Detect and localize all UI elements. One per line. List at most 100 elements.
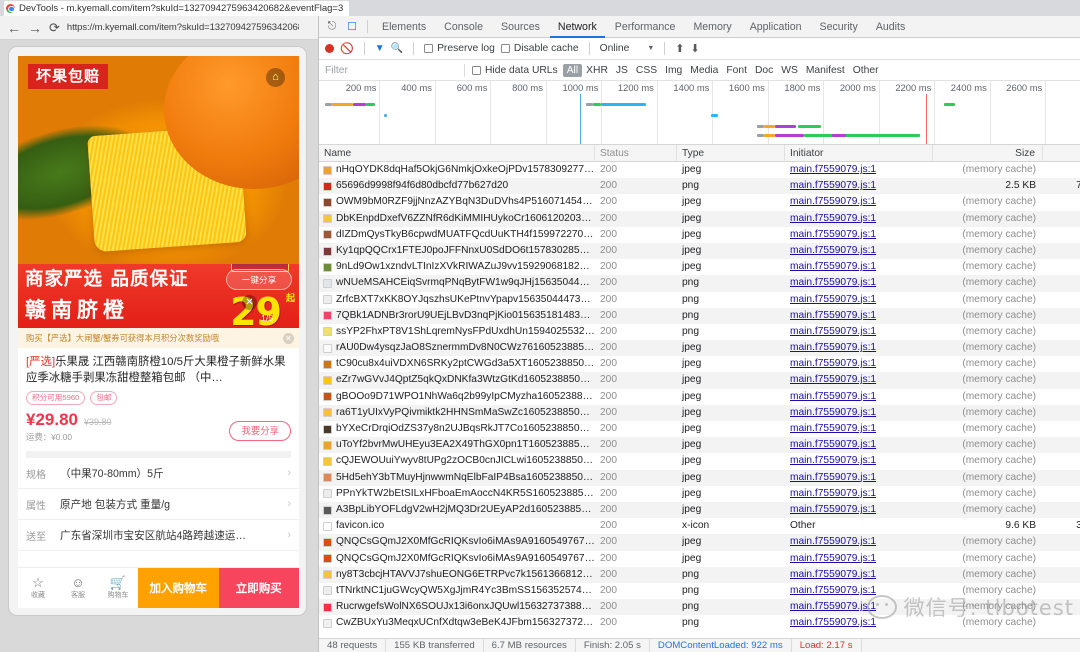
initiator-link[interactable]: main.f7559079.js:1 xyxy=(790,358,876,369)
throttling-select[interactable]: Online ▼ xyxy=(600,43,655,54)
spec-row-attributes[interactable]: 属性 原产地 包装方式 重量/g › xyxy=(18,489,299,520)
column-header-name[interactable]: Name xyxy=(319,144,595,162)
tab-network[interactable]: Network xyxy=(549,16,605,38)
request-initiator[interactable]: main.f7559079.js:1 xyxy=(785,437,933,453)
share-button[interactable]: 我要分享 xyxy=(229,421,291,441)
request-initiator[interactable]: main.f7559079.js:1 xyxy=(785,308,933,324)
request-name-cell[interactable]: OWM9bM0RZF9jjNnzAZYBqN3DuDVhs4P516071454… xyxy=(319,194,595,210)
customer-service-button[interactable]: ☺ 客服 xyxy=(58,568,98,608)
cart-button[interactable]: 🛒 购物车 xyxy=(98,568,138,608)
filter-type-all[interactable]: All xyxy=(562,63,583,77)
initiator-link[interactable]: main.f7559079.js:1 xyxy=(790,536,876,547)
tab-security[interactable]: Security xyxy=(812,16,866,38)
tab-performance[interactable]: Performance xyxy=(607,16,684,38)
address-bar[interactable]: https://m.kyemall.com/item?skuId=1327094… xyxy=(67,22,299,33)
reload-icon[interactable]: ⟳ xyxy=(49,21,60,34)
request-name-cell[interactable]: wNUeMSAHCEiqSvrmqPNqBytFW1w9qJHj15635044… xyxy=(319,275,595,291)
column-header-initiator[interactable]: Initiator xyxy=(785,144,933,162)
initiator-link[interactable]: main.f7559079.js:1 xyxy=(790,261,876,272)
initiator-link[interactable]: main.f7559079.js:1 xyxy=(790,277,876,288)
filter-type-xhr[interactable]: XHR xyxy=(582,65,612,76)
filter-type-manifest[interactable]: Manifest xyxy=(802,65,849,76)
table-row[interactable]: ny8T3cbcjHTAVVJ7shuEONG6ETRPvc7k15613668… xyxy=(319,566,1080,583)
table-row[interactable]: DbKEnpdDxefV6ZZNfR6dKiMMIHUykoCr16061202… xyxy=(319,210,1080,227)
request-name-cell[interactable]: ra6T1yUIxVyPQivmiktk2HHNSmMaSwZc16052388… xyxy=(319,405,595,421)
table-row[interactable]: gBOOo9D71WPO1NhWa6q2b99yIpCMyzha16052388… xyxy=(319,389,1080,405)
table-row[interactable]: A3BpLibYOFLdgV2wH2jMQ3Dr2UEyAP2d16052388… xyxy=(319,501,1080,519)
column-header-type[interactable]: Type xyxy=(677,144,785,162)
network-timeline-overview[interactable]: 200 ms 400 ms 600 ms 800 ms 1000 ms 1200 ms 14… xyxy=(319,81,1080,145)
request-initiator[interactable]: main.f7559079.js:1 xyxy=(785,324,933,340)
tab-elements[interactable]: Elements xyxy=(374,16,434,38)
initiator-link[interactable]: main.f7559079.js:1 xyxy=(790,164,876,175)
tab-sources[interactable]: Sources xyxy=(493,16,548,38)
spec-row-size[interactable]: 规格 （中果70-80mm）5斤 › xyxy=(18,458,299,489)
request-initiator[interactable]: main.f7559079.js:1 xyxy=(785,227,933,243)
initiator-link[interactable]: main.f7559079.js:1 xyxy=(790,472,876,483)
browser-tab[interactable]: DevTools - m.kyemall.com/item?skuId=1327… xyxy=(4,0,350,16)
request-initiator[interactable]: main.f7559079.js:1 xyxy=(785,178,933,194)
initiator-link[interactable]: main.f7559079.js:1 xyxy=(790,601,876,612)
initiator-link[interactable]: main.f7559079.js:1 xyxy=(790,569,876,580)
initiator-link[interactable]: main.f7559079.js:1 xyxy=(790,213,876,224)
close-icon[interactable]: ✕ xyxy=(283,332,294,344)
column-header-time[interactable]: Time xyxy=(1043,145,1080,162)
request-initiator[interactable]: main.f7559079.js:1 xyxy=(785,405,933,421)
initiator-link[interactable]: main.f7559079.js:1 xyxy=(790,326,876,337)
table-row[interactable]: 5Hd5ehY3bTMuyHjnwwmNqElbFaIP4Bsa16052388… xyxy=(319,469,1080,486)
request-name-cell[interactable]: A3BpLibYOFLdgV2wH2jMQ3Dr2UEyAP2d16052388… xyxy=(319,502,595,518)
request-initiator[interactable]: main.f7559079.js:1 xyxy=(785,275,933,291)
initiator-link[interactable]: main.f7559079.js:1 xyxy=(790,585,876,596)
funnel-icon[interactable]: ▼ xyxy=(375,43,385,54)
one-key-share-button[interactable]: 一键分享 xyxy=(226,269,292,290)
request-name-cell[interactable]: dIZDmQysTkyB6cpwdMUATFQcdUuKTH4f15997227… xyxy=(319,227,595,243)
tab-memory[interactable]: Memory xyxy=(685,16,739,38)
initiator-link[interactable]: main.f7559079.js:1 xyxy=(790,245,876,256)
initiator-link[interactable]: main.f7559079.js:1 xyxy=(790,294,876,305)
request-name-cell[interactable]: 65696d9998f94f6d80dbcfd77b627d20 xyxy=(319,178,595,194)
request-name-cell[interactable]: CwZBUxYu3MeqxUCnfXdtqw3eBeK4JFbm15632737… xyxy=(319,615,595,630)
request-name-cell[interactable]: QNQCsGQmJ2X0MfGcRIQKsvIo6iMAs9A916054976… xyxy=(319,551,595,567)
table-row[interactable]: wNUeMSAHCEiqSvrmqPNqBytFW1w9qJHj15635044… xyxy=(319,275,1080,292)
request-initiator[interactable]: main.f7559079.js:1 xyxy=(785,534,933,550)
request-name-cell[interactable]: 9nLd9Ow1xzndvLTInIzXVkRIWAZuJ9vv15929068… xyxy=(319,259,595,275)
initiator-link[interactable]: main.f7559079.js:1 xyxy=(790,374,876,385)
request-initiator[interactable]: main.f7559079.js:1 xyxy=(785,259,933,275)
request-name-cell[interactable]: Ky1qpQQCrx1FTEJ0poJFFNnxU0SdDO6t15783028… xyxy=(319,243,595,259)
table-row[interactable]: ssYP2FhxPT8V1ShLqremNysFPdUxdhUn15940255… xyxy=(319,324,1080,340)
table-row[interactable]: ra6T1yUIxVyPQivmiktk2HHNSmMaSwZc16052388… xyxy=(319,404,1080,421)
table-row[interactable]: 9nLd9Ow1xzndvLTInIzXVkRIWAZuJ9vv15929068… xyxy=(319,259,1080,275)
request-initiator[interactable]: main.f7559079.js:1 xyxy=(785,486,933,502)
tab-console[interactable]: Console xyxy=(436,16,491,38)
request-initiator[interactable]: main.f7559079.js:1 xyxy=(785,421,933,437)
forward-icon[interactable]: → xyxy=(28,21,42,35)
filter-type-other[interactable]: Other xyxy=(849,65,883,76)
hide-data-urls-checkbox[interactable]: Hide data URLs xyxy=(472,65,558,76)
request-name-cell[interactable]: favicon.ico xyxy=(319,518,595,534)
request-name-cell[interactable]: uToYf2bvrMwUHEyu3EA2X49ThGX0pn1T16052388… xyxy=(319,437,595,453)
table-row[interactable]: eZr7wGVvJ4QptZ5qkQxDNKfa3WtzGtKd16052388… xyxy=(319,372,1080,389)
request-name-cell[interactable]: ny8T3cbcjHTAVVJ7shuEONG6ETRPvc7k15613668… xyxy=(319,567,595,583)
table-row[interactable]: PPnYkTW2bEtSILxHFboaEmAoccN4KR5S16052388… xyxy=(319,486,1080,502)
request-name-cell[interactable]: gBOOo9D71WPO1NhWa6q2b99yIpCMyzha16052388… xyxy=(319,389,595,405)
table-row[interactable]: rAU0Dw4ysqzJaO8SznermmDv8N0CWz7616052388… xyxy=(319,340,1080,357)
initiator-link[interactable]: main.f7559079.js:1 xyxy=(790,229,876,240)
home-icon[interactable]: ⌂ xyxy=(266,68,285,87)
request-initiator[interactable]: main.f7559079.js:1 xyxy=(785,453,933,469)
export-har-icon[interactable]: ⬇ xyxy=(690,42,699,55)
table-row[interactable]: favicon.ico 200 x-icon Other 9.6 KB 39 ms xyxy=(319,518,1080,534)
filter-type-doc[interactable]: Doc xyxy=(751,65,777,76)
search-icon[interactable]: 🔍 xyxy=(391,43,403,54)
initiator-link[interactable]: main.f7559079.js:1 xyxy=(790,504,876,515)
initiator-link[interactable]: main.f7559079.js:1 xyxy=(790,455,876,466)
buy-now-button[interactable]: 立即购买 xyxy=(218,568,299,608)
request-initiator[interactable]: main.f7559079.js:1 xyxy=(785,583,933,599)
table-row[interactable]: ZrfcBXT7xKK8OYJqszhsUKePtnvYpapv15635044… xyxy=(319,292,1080,308)
initiator-link[interactable]: main.f7559079.js:1 xyxy=(790,180,876,191)
request-name-cell[interactable]: QNQCsGQmJ2X0MfGcRIQKsvIo6iMAs9A916054976… xyxy=(319,534,595,550)
table-row[interactable]: 65696d9998f94f6d80dbcfd77b627d20 200 png ma… xyxy=(319,178,1080,195)
request-initiator[interactable]: main.f7559079.js:1 xyxy=(785,243,933,259)
request-initiator[interactable]: main.f7559079.js:1 xyxy=(785,567,933,583)
request-initiator[interactable]: main.f7559079.js:1 xyxy=(785,340,933,356)
request-initiator[interactable]: main.f7559079.js:1 xyxy=(785,292,933,308)
